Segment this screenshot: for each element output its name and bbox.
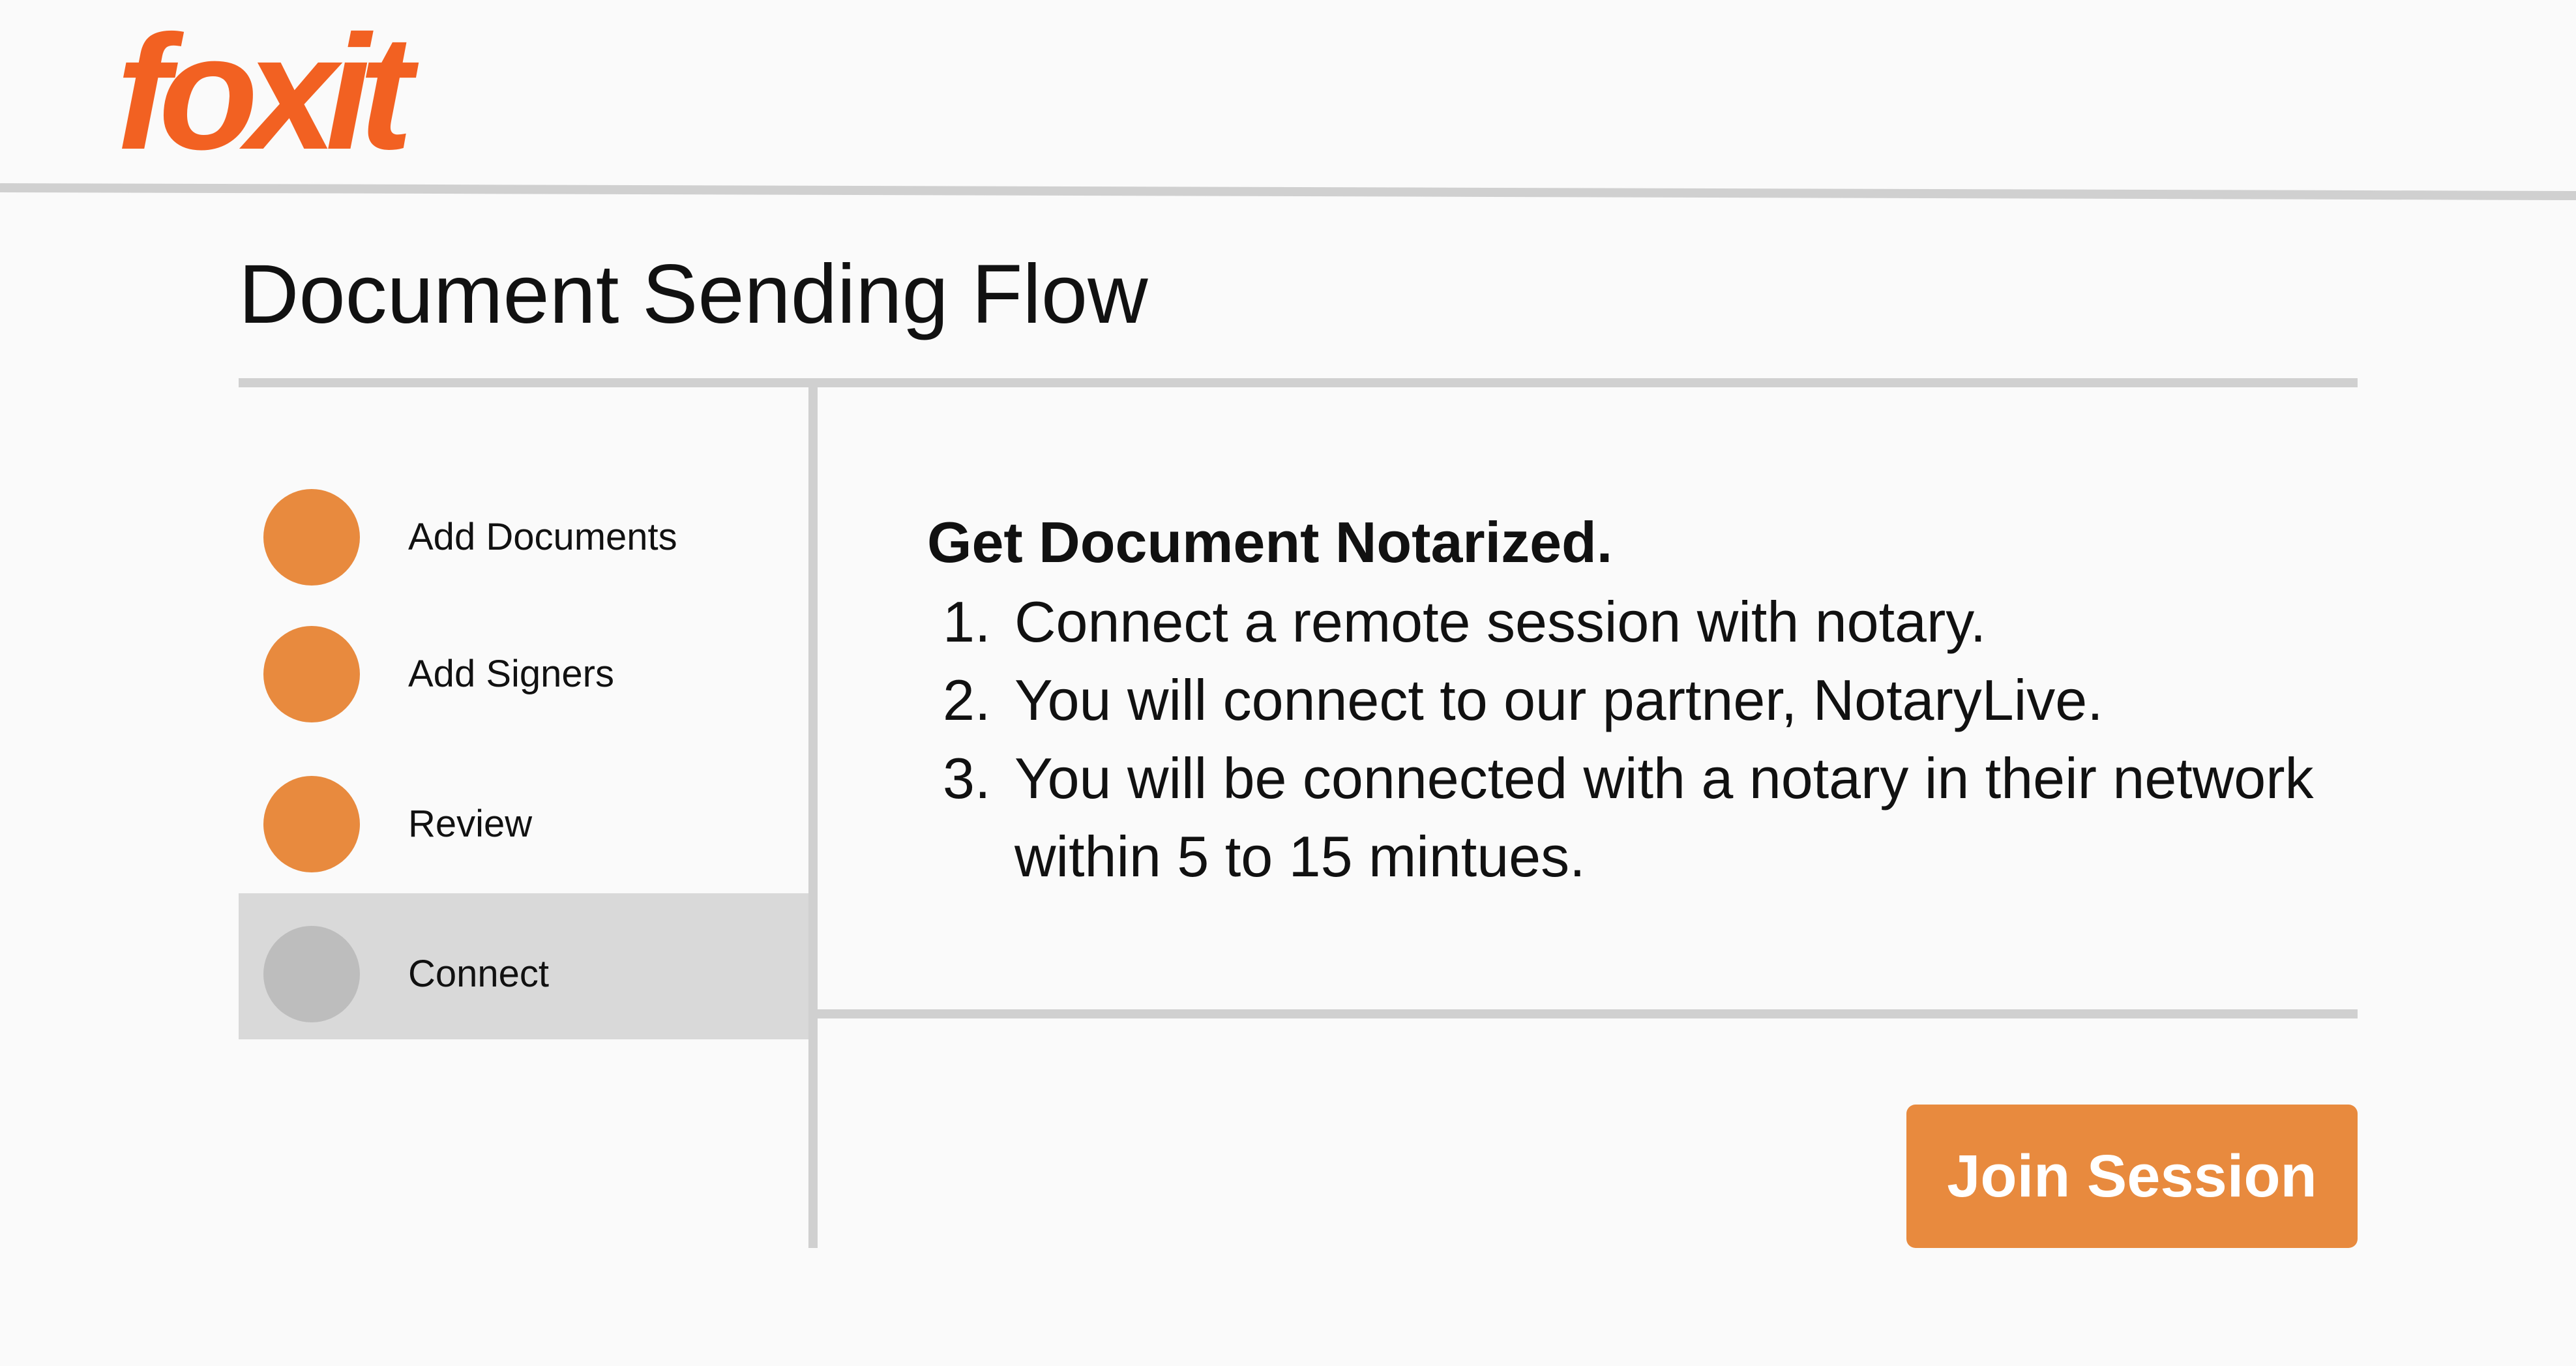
logo-wordmark: foxit	[116, 20, 419, 156]
join-session-button[interactable]: Join Session	[1906, 1105, 2358, 1248]
instruction-list: 1. Connect a remote session with notary.…	[927, 583, 2329, 896]
foxit-logo: foxit	[116, 20, 449, 156]
list-item-text: You will be connected with a notary in t…	[1014, 746, 2314, 889]
step-complete-dot	[263, 776, 360, 872]
content-divider	[818, 1009, 2358, 1018]
step-label: Add Signers	[408, 653, 614, 695]
notarize-instructions: Get Document Notarized. 1. Connect a rem…	[927, 502, 2329, 896]
list-item-text: Connect a remote session with notary.	[1014, 589, 1987, 654]
list-item: 3. You will be connected with a notary i…	[927, 739, 2329, 896]
page-title: Document Sending Flow	[239, 248, 1148, 341]
step-connect[interactable]: Connect	[239, 893, 808, 1039]
step-complete-dot	[263, 489, 360, 586]
list-item-number: 2.	[943, 668, 991, 732]
step-label: Review	[408, 803, 533, 845]
list-item: 1. Connect a remote session with notary.	[927, 583, 2329, 661]
step-label: Connect	[408, 953, 550, 995]
list-item: 2. You will connect to our partner, Nota…	[927, 661, 2329, 739]
list-item-number: 3.	[943, 746, 991, 810]
step-add-signers[interactable]: Add Signers	[239, 576, 808, 722]
step-complete-dot	[263, 626, 360, 722]
content-heading: Get Document Notarized.	[927, 510, 1613, 574]
title-divider	[239, 378, 2358, 387]
step-current-dot	[263, 926, 360, 1022]
step-label: Add Documents	[408, 516, 677, 558]
step-add-documents[interactable]: Add Documents	[239, 439, 808, 586]
sidebar-divider	[808, 387, 818, 1248]
list-item-text: You will connect to our partner, NotaryL…	[1014, 668, 2103, 732]
step-review[interactable]: Review	[239, 726, 808, 872]
list-item-number: 1.	[943, 589, 991, 654]
